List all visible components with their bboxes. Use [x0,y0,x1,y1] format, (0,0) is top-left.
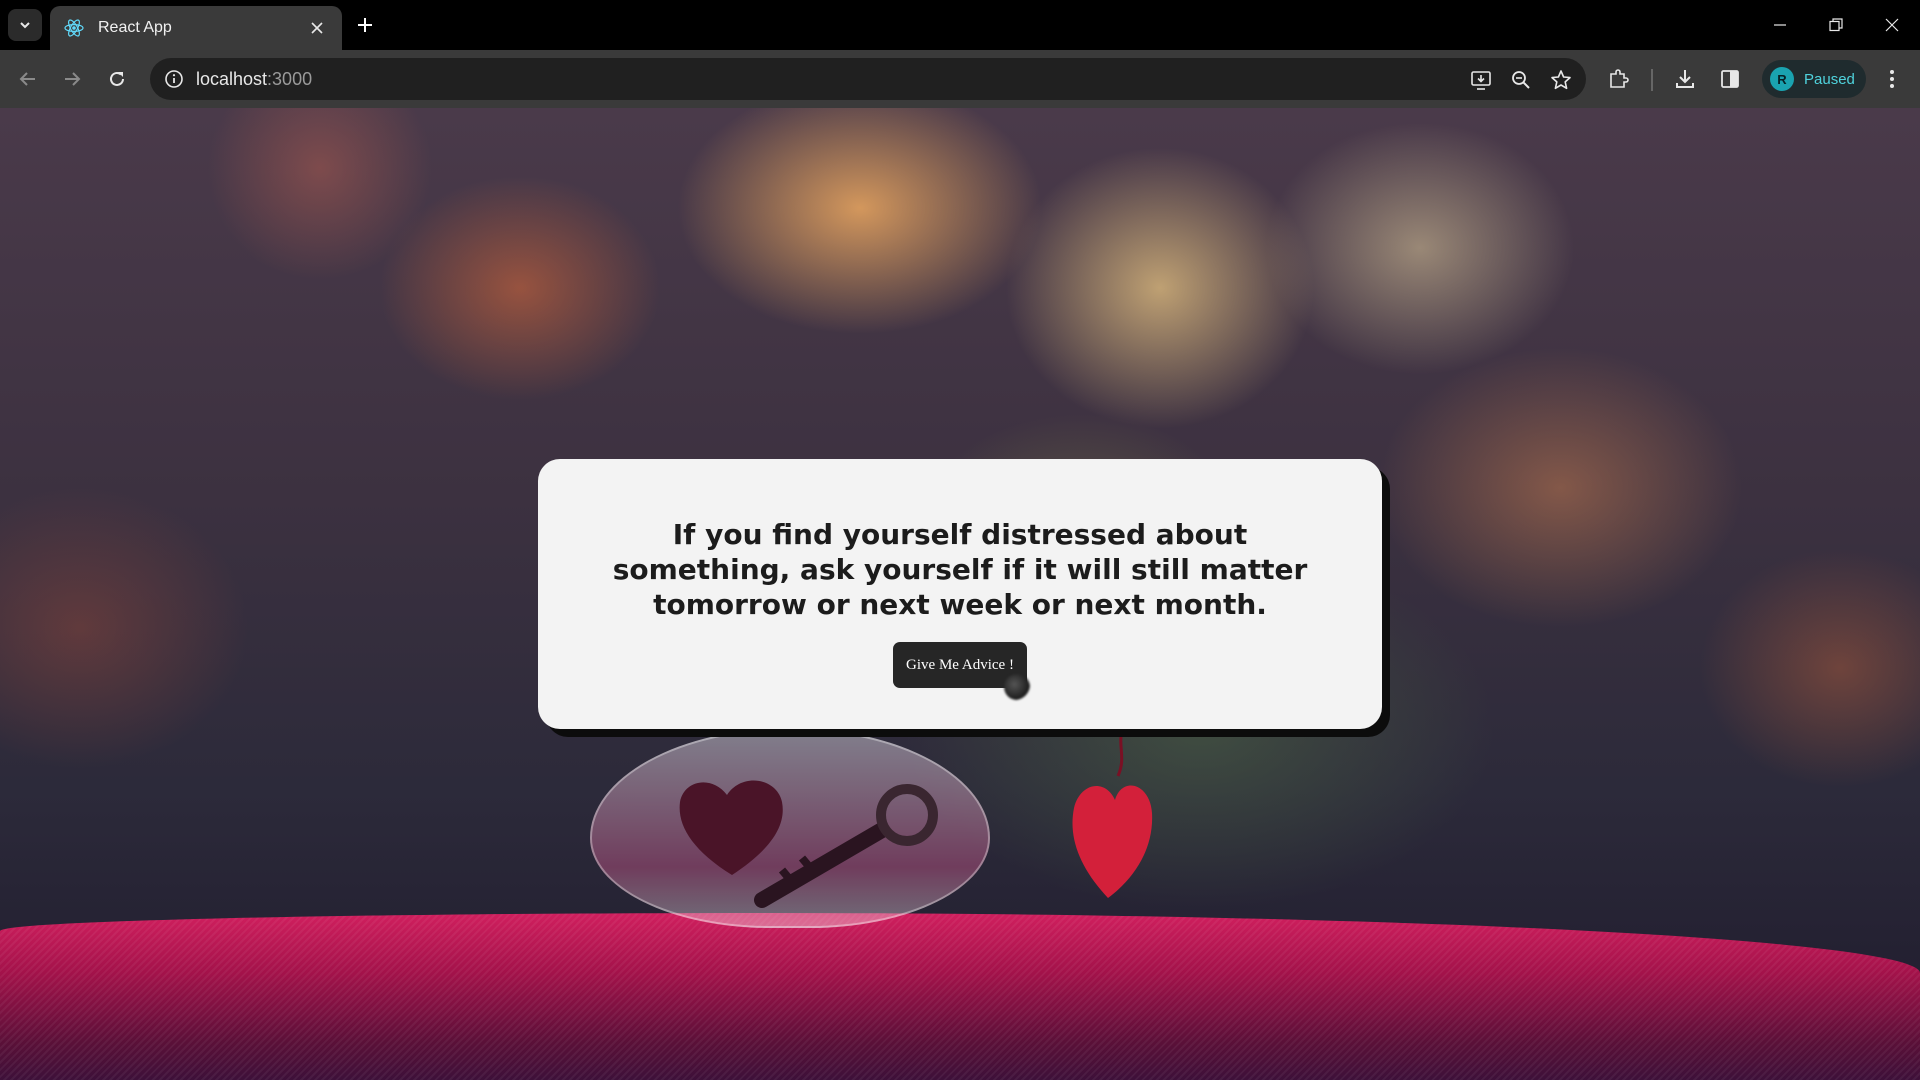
plus-icon [358,18,372,32]
address-bar[interactable]: localhost:3000 [150,58,1586,100]
restore-button[interactable] [1808,0,1864,50]
install-app-icon[interactable] [1468,67,1494,93]
info-icon[interactable] [160,65,188,93]
advice-card: If you find yourself distressed about so… [538,459,1382,729]
download-icon[interactable] [1671,65,1699,93]
reload-button[interactable] [101,63,133,95]
minimize-button[interactable] [1752,0,1808,50]
browser-toolbar: localhost:3000 R Paused [0,50,1920,108]
avatar: R [1770,67,1794,91]
url-port: :3000 [267,69,313,89]
kebab-menu-icon[interactable] [1878,65,1906,93]
background-fabric [0,913,1920,1080]
glass-jar-image [590,728,990,928]
arrow-right-icon [65,72,81,86]
star-icon[interactable] [1548,67,1574,93]
back-button[interactable] [12,63,44,95]
url-host: localhost [196,69,268,89]
side-panel-icon[interactable] [1716,65,1744,93]
toolbar-divider [1651,69,1653,91]
advice-text: If you find yourself distressed about so… [612,518,1308,621]
restore-icon [1829,18,1843,32]
hanging-heart-icon [1072,728,1153,898]
page-viewport: If you find yourself distressed about so… [0,108,1920,1080]
tab-search-button[interactable] [8,9,42,41]
puzzle-icon[interactable] [1604,65,1632,93]
new-tab-button[interactable] [352,12,378,38]
url-text: localhost:3000 [196,69,312,90]
chevron-down-icon [20,22,30,29]
window-close-button[interactable] [1864,0,1920,50]
react-icon [64,18,84,38]
reload-icon [110,71,124,86]
close-icon[interactable] [306,17,328,39]
window-controls [1752,0,1920,50]
zoom-out-icon[interactable] [1508,67,1534,93]
minimize-icon [1774,24,1786,26]
key-icon [754,784,938,908]
profile-status: Paused [1804,70,1855,88]
tab-title: React App [98,19,172,36]
browser-tab[interactable]: React App [50,6,342,50]
tab-strip: React App [0,0,1920,50]
cursor-indicator [1004,674,1030,700]
arrow-left-icon [19,72,35,86]
close-icon [1885,18,1899,32]
profile-button[interactable]: R Paused [1762,60,1866,98]
forward-button[interactable] [56,63,88,95]
